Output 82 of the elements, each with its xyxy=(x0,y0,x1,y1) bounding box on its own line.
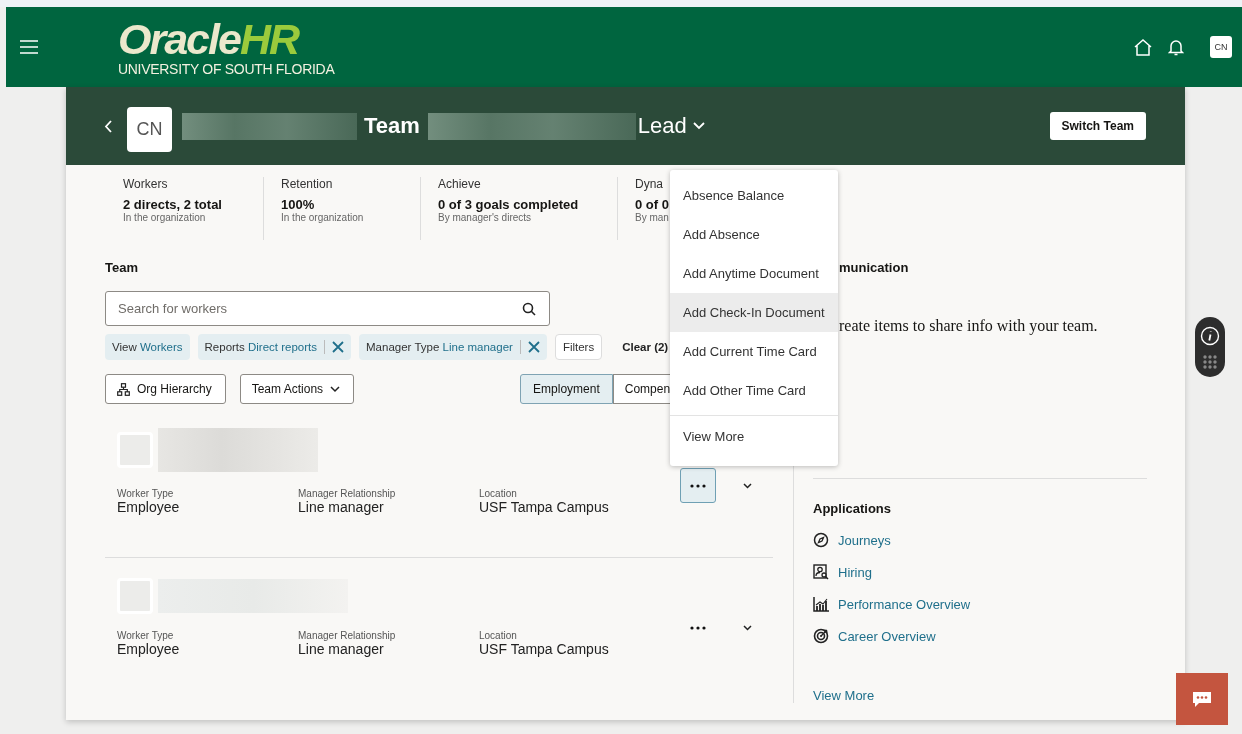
logo-subtitle: UNIVERSITY OF SOUTH FLORIDA xyxy=(118,59,335,77)
chip-label: Manager Type Line manager xyxy=(366,341,513,353)
more-actions-button[interactable] xyxy=(680,468,716,503)
logo-text: OracleHR xyxy=(118,18,300,60)
chevron-down-icon[interactable] xyxy=(743,482,752,489)
user-avatar[interactable]: CN xyxy=(1210,36,1232,58)
team-title: Team xyxy=(364,113,420,139)
section-heading: Applications xyxy=(813,501,891,516)
close-icon[interactable] xyxy=(332,341,345,353)
menu-item[interactable]: Add Absence xyxy=(670,215,838,254)
search-field[interactable]: Search for workers xyxy=(105,291,550,326)
menu-icon[interactable] xyxy=(20,40,38,54)
menu-item[interactable]: Add Check-In Document xyxy=(670,293,838,332)
switch-team-button[interactable]: Switch Team xyxy=(1049,112,1146,140)
section-heading: Team xyxy=(105,260,138,275)
chevron-down-icon xyxy=(330,385,341,393)
bar-chart-icon xyxy=(813,596,829,612)
stat-note: By man xyxy=(635,212,669,223)
stat-label: Dyna xyxy=(635,177,664,191)
field-value: Line manager xyxy=(298,641,385,657)
app-link[interactable]: Career Overview xyxy=(838,628,936,644)
filters-button[interactable]: Filters xyxy=(554,334,603,360)
stat-value: 100% xyxy=(281,197,316,212)
field-label: Manager Relationship xyxy=(298,488,397,499)
app-link[interactable]: Performance Overview xyxy=(838,596,971,612)
close-icon[interactable] xyxy=(527,341,540,353)
field-value: Employee xyxy=(117,499,181,515)
menu-item[interactable]: View More xyxy=(670,416,838,458)
stat-value: 0 of 3 goals completed xyxy=(438,197,580,212)
field-value: Line manager xyxy=(298,499,385,515)
view-tab[interactable]: Compen xyxy=(612,374,671,404)
app-link[interactable]: Journeys xyxy=(838,532,891,548)
view-more-link[interactable]: View More xyxy=(813,688,875,703)
home-icon[interactable] xyxy=(1134,38,1152,56)
menu-item[interactable]: Add Other Time Card xyxy=(670,371,838,410)
field-label: Worker Type xyxy=(117,488,175,499)
chat-icon xyxy=(1192,690,1212,708)
stat-value: 0 of 0 xyxy=(635,197,669,212)
chat-button[interactable] xyxy=(1176,673,1228,725)
grid-icon[interactable] xyxy=(1203,354,1217,369)
info-icon[interactable] xyxy=(1200,325,1220,346)
stat-note: In the organization xyxy=(281,212,365,223)
field-value: USF Tampa Campus xyxy=(479,499,610,515)
menu-item[interactable]: Add Current Time Card xyxy=(670,332,838,371)
field-value: Employee xyxy=(117,641,181,657)
view-tab[interactable]: Employment xyxy=(520,374,613,404)
stat-label: Achieve xyxy=(438,177,482,191)
stat-note: By manager's directs xyxy=(438,212,533,223)
bell-icon[interactable] xyxy=(1168,38,1184,56)
field-label: Location xyxy=(479,630,518,641)
field-label: Location xyxy=(479,488,518,499)
person-search-icon xyxy=(813,564,829,580)
hierarchy-icon xyxy=(117,382,130,396)
field-label: Manager Relationship xyxy=(298,630,397,641)
stat-label: Workers xyxy=(123,177,169,191)
search-icon[interactable] xyxy=(522,302,536,316)
field-value: USF Tampa Campus xyxy=(479,641,610,657)
communication-text: reate items to share info with your team. xyxy=(838,317,1099,335)
dots-icon xyxy=(690,483,706,488)
target-icon xyxy=(813,628,829,644)
back-icon[interactable] xyxy=(104,119,112,133)
chip-label: Reports Direct reports xyxy=(204,341,318,353)
help-widget[interactable] xyxy=(1195,317,1225,377)
stat-label: Retention xyxy=(281,177,334,191)
app-link[interactable]: Hiring xyxy=(838,564,872,580)
stat-note: In the organization xyxy=(123,212,207,223)
filter-chip[interactable]: Manager Type Line manager xyxy=(359,334,547,360)
role-title[interactable]: Lead xyxy=(637,113,687,139)
team-avatar: CN xyxy=(127,106,172,152)
dots-icon xyxy=(690,625,706,630)
chevron-down-icon[interactable] xyxy=(743,624,752,631)
filter-chip[interactable]: Reports Direct reports xyxy=(197,334,352,360)
menu-item[interactable]: Add Anytime Document xyxy=(670,254,838,293)
filter-chip[interactable]: View Workers xyxy=(105,334,190,360)
clear-button[interactable]: Clear (2) xyxy=(622,341,669,353)
chip-label: View Workers xyxy=(112,341,183,353)
team-actions-button[interactable]: Team Actions xyxy=(239,374,355,404)
compass-icon xyxy=(813,532,829,548)
stat-value: 2 directs, 2 total xyxy=(123,197,223,212)
field-label: Worker Type xyxy=(117,630,175,641)
org-hierarchy-button[interactable]: Org Hierarchy xyxy=(105,374,226,404)
menu-item[interactable]: Absence Balance xyxy=(670,176,838,215)
